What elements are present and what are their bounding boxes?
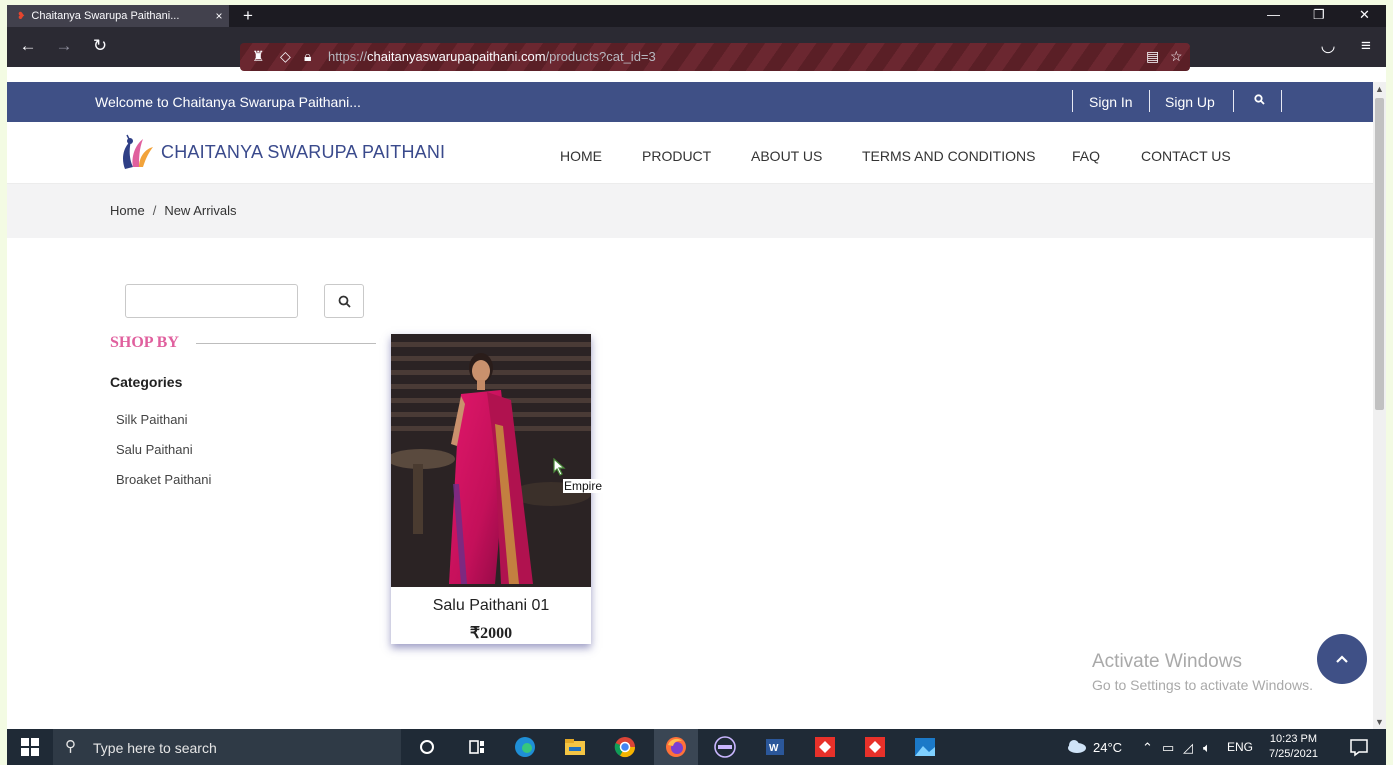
browser-toolbar: ← → ↻ ♜ ◇ 🔒︎ https://chaitanyaswarupapai… — [7, 27, 1386, 71]
close-window-icon[interactable]: ✕ — [1359, 7, 1370, 23]
address-bar[interactable]: ♜ ◇ 🔒︎ https://chaitanyaswarupapaithani.… — [240, 43, 1190, 71]
menu-about-us[interactable]: ABOUT US — [751, 148, 822, 164]
scrollbar-thumb[interactable] — [1375, 98, 1384, 410]
divider — [196, 343, 376, 344]
anydesk-app-icon-2[interactable] — [863, 735, 887, 759]
clock-date: 7/25/2021 — [1269, 748, 1318, 760]
screen: ❥ Chaitanya Swarupa Paithani... × + — ❐ … — [7, 5, 1386, 765]
site-top-bar: Welcome to Chaitanya Swarupa Paithani...… — [7, 82, 1373, 122]
reload-icon[interactable]: ↻ — [89, 36, 111, 56]
breadcrumb-home-link[interactable]: Home — [110, 203, 145, 218]
tab-title: Chaitanya Swarupa Paithani... — [31, 10, 180, 22]
sign-in-link[interactable]: Sign In — [1089, 94, 1133, 110]
categories-heading: Categories — [110, 374, 183, 390]
new-tab-button[interactable]: + — [243, 6, 253, 26]
file-explorer-icon[interactable] — [563, 735, 587, 759]
mouse-cursor-icon — [553, 458, 566, 476]
divider — [1149, 90, 1150, 112]
category-broaket-paithani[interactable]: Broaket Paithani — [116, 472, 211, 487]
site-favicon-icon: ❥ — [17, 10, 26, 22]
sign-up-link[interactable]: Sign Up — [1165, 94, 1215, 110]
wifi-icon[interactable]: ◿ — [1183, 740, 1193, 756]
site-search-icon[interactable] — [1254, 94, 1265, 108]
pocket-icon[interactable]: ◡ — [1317, 36, 1339, 56]
minimize-window-icon[interactable]: — — [1267, 7, 1280, 22]
back-arrow-icon[interactable]: ← — [17, 36, 39, 56]
photos-app-icon[interactable] — [913, 735, 937, 759]
watermark-subtitle: Go to Settings to activate Windows. — [1092, 677, 1313, 693]
restore-window-icon[interactable]: ❐ — [1313, 7, 1325, 23]
product-name[interactable]: Salu Paithani 01 — [391, 597, 591, 615]
menu-hamburger-icon[interactable]: ≡ — [1355, 36, 1377, 56]
product-card[interactable]: Salu Paithani 01 ₹2000 — [391, 334, 591, 644]
brand-name[interactable]: CHAITANYA SWARUPA PAITHANI — [161, 142, 445, 163]
breadcrumb-bar: Home / New Arrivals — [7, 184, 1373, 238]
battery-icon[interactable]: ▭ — [1162, 740, 1174, 756]
watermark-title: Activate Windows — [1092, 651, 1242, 672]
firefox-browser-icon[interactable] — [664, 735, 688, 759]
anydesk-app-icon[interactable] — [813, 735, 837, 759]
media-app-icon[interactable] — [713, 735, 737, 759]
hidden-icons-chevron-icon[interactable]: ⌃ — [1142, 740, 1153, 756]
notifications-icon[interactable] — [1347, 735, 1371, 759]
search-icon: ⚲ — [65, 738, 76, 755]
tooltip: Empire — [563, 479, 604, 493]
taskbar-clock[interactable]: 10:23 PM 7/25/2021 — [1269, 732, 1318, 762]
product-search-input[interactable] — [125, 284, 298, 318]
word-app-icon[interactable]: W — [763, 735, 787, 759]
url-text: https://chaitanyaswarupapaithani.com/pro… — [328, 49, 656, 64]
browser-tab-strip: ❥ Chaitanya Swarupa Paithani... × + — ❐ … — [7, 5, 1386, 27]
back-to-top-button[interactable] — [1317, 634, 1367, 684]
peacock-logo-icon[interactable] — [117, 133, 157, 171]
menu-home[interactable]: HOME — [560, 148, 602, 164]
breadcrumb: Home / New Arrivals — [110, 203, 237, 218]
bookmark-star-icon[interactable]: ☆ — [1170, 48, 1183, 65]
reader-view-icon[interactable]: ▤ — [1146, 48, 1159, 65]
scroll-up-icon[interactable]: ▲ — [1373, 84, 1386, 94]
category-salu-paithani[interactable]: Salu Paithani — [116, 442, 193, 457]
cortana-icon[interactable] — [415, 735, 439, 759]
category-silk-paithani[interactable]: Silk Paithani — [116, 412, 188, 427]
page-scrollbar[interactable]: ▲ ▼ — [1373, 82, 1386, 729]
divider — [1072, 90, 1073, 112]
svg-text:W: W — [769, 743, 779, 754]
search-icon — [338, 295, 351, 308]
task-view-icon[interactable] — [465, 735, 489, 759]
taskbar-search-box[interactable]: ⚲ Type here to search — [53, 729, 401, 765]
chrome-browser-icon[interactable] — [613, 735, 637, 759]
tracking-shield-icon[interactable]: ◇ — [280, 48, 291, 65]
page-icon: ♜ — [252, 48, 265, 64]
welcome-text: Welcome to Chaitanya Swarupa Paithani... — [95, 94, 361, 110]
divider — [1233, 90, 1234, 112]
chevron-up-icon — [1336, 655, 1348, 663]
menu-product[interactable]: PRODUCT — [642, 148, 711, 164]
volume-icon[interactable]: 🔈︎ — [1203, 740, 1211, 756]
shop-by-heading: SHOP BY — [110, 334, 179, 351]
product-search-button[interactable] — [324, 284, 364, 318]
menu-contact-us[interactable]: CONTACT US — [1141, 148, 1231, 164]
windows-start-icon[interactable] — [21, 738, 39, 756]
weather-temperature[interactable]: 24°C — [1093, 740, 1122, 755]
edge-browser-icon[interactable] — [513, 735, 537, 759]
scroll-down-icon[interactable]: ▼ — [1373, 717, 1386, 727]
weather-cloud-icon[interactable] — [1065, 738, 1087, 757]
breadcrumb-current: New Arrivals — [164, 203, 237, 218]
menu-terms-and-conditions[interactable]: TERMS AND CONDITIONS — [862, 148, 1035, 164]
clock-time: 10:23 PM — [1269, 733, 1318, 745]
breadcrumb-separator: / — [152, 203, 157, 218]
product-price: ₹2000 — [469, 625, 513, 642]
taskbar-search-placeholder: Type here to search — [93, 740, 217, 756]
menu-faq[interactable]: FAQ — [1072, 148, 1100, 164]
language-indicator[interactable]: ENG — [1227, 740, 1253, 754]
close-tab-icon[interactable]: × — [209, 9, 229, 23]
divider — [1281, 90, 1282, 112]
site-header: CHAITANYA SWARUPA PAITHANI HOME PRODUCT … — [7, 122, 1373, 184]
activate-windows-watermark: Activate Windows Go to Settings to activ… — [1092, 651, 1313, 693]
windows-taskbar: ⚲ Type here to search W 24°C ⌃ ▭ ◿ 🔈︎ EN… — [7, 729, 1386, 765]
forward-arrow-icon[interactable]: → — [53, 36, 75, 56]
lock-icon[interactable]: 🔒︎ — [304, 48, 311, 65]
browser-tab[interactable]: ❥ Chaitanya Swarupa Paithani... × — [7, 5, 229, 27]
